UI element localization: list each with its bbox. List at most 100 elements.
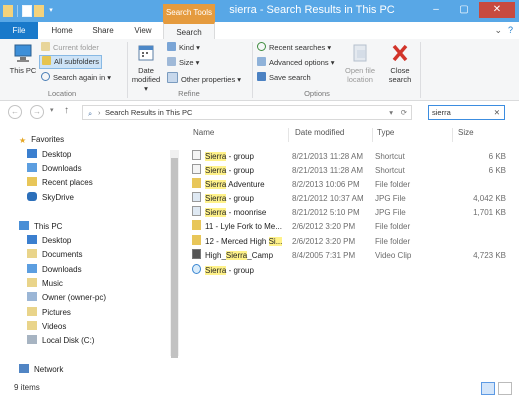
large-icons-view-icon[interactable] — [498, 382, 512, 395]
column-type[interactable]: Type — [377, 128, 394, 137]
file-location-icon — [350, 42, 370, 64]
nav-scrollbar-thumb[interactable] — [171, 158, 178, 358]
recent-searches-button[interactable]: Recent searches ▾ — [257, 42, 331, 54]
nav-network[interactable]: Network — [19, 363, 63, 377]
clear-search-icon[interactable]: ✕ — [494, 106, 500, 119]
column-divider[interactable] — [372, 128, 373, 142]
all-subfolders-button[interactable]: All subfolders — [39, 55, 103, 69]
address-dropdown-icon[interactable]: ▾ — [389, 106, 393, 119]
recent-searches-label: Recent searches — [269, 43, 326, 52]
nav-skydrive[interactable]: SkyDrive — [27, 191, 74, 205]
file-row[interactable]: Sierra - group — [192, 264, 510, 278]
kind-button[interactable]: Kind ▾ — [167, 42, 200, 54]
file-row[interactable]: 11 - Lyle Fork to Me... 2/6/2012 3:20 PM… — [192, 220, 510, 234]
file-size: 4,042 KB — [473, 194, 506, 203]
file-row[interactable]: High_Sierra_Camp 8/4/2005 7:31 PM Video … — [192, 249, 510, 263]
file-row[interactable]: 12 - Merced High Si... 2/6/2012 3:20 PM … — [192, 235, 510, 249]
advanced-options-icon — [257, 57, 266, 66]
refresh-icon[interactable]: ⟳ — [401, 106, 407, 119]
nav-recent-places[interactable]: Recent places — [27, 176, 93, 190]
file-name-text: - group — [226, 266, 254, 275]
back-icon[interactable]: ← — [8, 105, 22, 119]
maximize-icon[interactable]: ▢ — [451, 2, 477, 18]
other-properties-button[interactable]: Other properties ▾ — [167, 72, 241, 84]
nav-favorites-label: Favorites — [31, 135, 65, 144]
this-pc-button[interactable]: This PC — [8, 42, 38, 75]
search-again-label: Search again in — [53, 73, 106, 82]
nav-pc-downloads[interactable]: Downloads — [27, 263, 82, 277]
tab-home[interactable]: Home — [45, 22, 79, 39]
nav-pictures[interactable]: Pictures — [27, 306, 71, 320]
nav-documents-label: Documents — [42, 250, 83, 259]
column-name[interactable]: Name — [193, 128, 214, 137]
file-row[interactable]: Sierra Adventure 8/2/2013 10:06 PM File … — [192, 178, 510, 192]
chevron-down-icon: ▾ — [105, 73, 111, 82]
tab-share[interactable]: Share — [86, 22, 120, 39]
new-folder-icon[interactable] — [34, 5, 44, 17]
star-icon: ★ — [19, 136, 27, 145]
tab-file[interactable]: File — [0, 22, 38, 39]
image-file-icon — [192, 192, 201, 202]
nav-music[interactable]: Music — [27, 277, 63, 291]
forward-icon[interactable]: → — [30, 105, 44, 119]
file-row[interactable]: Sierra - group 8/21/2013 11:28 AM Shortc… — [192, 164, 510, 178]
desktop-icon — [27, 149, 37, 158]
date-modified-button[interactable]: Date modified ▾ — [130, 42, 162, 93]
advanced-options-button[interactable]: Advanced options ▾ — [257, 57, 335, 69]
nav-favorites[interactable]: ★ Favorites — [19, 133, 64, 147]
navigation-pane: ★ Favorites Desktop Downloads Recent plac… — [0, 125, 180, 380]
folder-icon — [41, 42, 50, 51]
file-name-text: Adventure — [226, 180, 265, 189]
minimize-icon[interactable]: – — [423, 2, 449, 18]
nav-local-disk[interactable]: Local Disk (C:) — [27, 334, 94, 348]
nav-downloads[interactable]: Downloads — [27, 162, 82, 176]
save-search-button[interactable]: Save search — [257, 72, 311, 84]
search-highlight: Sierra — [205, 194, 227, 203]
address-bar[interactable]: ⌕ › Search Results in This PC ▾ ⟳ — [82, 105, 412, 120]
qat-dropdown-icon[interactable]: ▾ — [46, 3, 56, 19]
search-highlight: Sierra — [205, 166, 227, 175]
search-again-button[interactable]: Search again in ▾ — [41, 72, 111, 84]
details-view-icon[interactable] — [481, 382, 495, 395]
nav-this-pc[interactable]: This PC — [19, 220, 62, 234]
file-name: 12 - Merced High Si... — [192, 235, 287, 249]
nav-pc-desktop[interactable]: Desktop — [27, 234, 71, 248]
file-row[interactable]: Sierra - group 8/21/2013 11:28 AM Shortc… — [192, 150, 510, 164]
status-bar: 9 items — [0, 380, 519, 400]
nav-desktop[interactable]: Desktop — [27, 148, 71, 162]
size-button[interactable]: Size ▾ — [167, 57, 199, 69]
nav-recent-places-label: Recent places — [42, 178, 93, 187]
file-row[interactable]: Sierra - group 8/21/2012 10:37 AM JPG Fi… — [192, 192, 510, 206]
file-name: 11 - Lyle Fork to Me... — [192, 220, 287, 234]
column-divider[interactable] — [452, 128, 453, 142]
nav-owner[interactable]: Owner (owner-pc) — [27, 291, 106, 305]
file-type: Shortcut — [375, 152, 405, 161]
column-size[interactable]: Size — [458, 128, 474, 137]
column-date-modified[interactable]: Date modified — [295, 128, 344, 137]
collapse-ribbon-icon[interactable]: ⌄ — [494, 25, 502, 36]
chevron-down-icon: ▾ — [193, 58, 200, 67]
tab-view[interactable]: View — [126, 22, 160, 39]
ribbon-tabs: File Home Share View Search — [0, 22, 519, 40]
kind-label: Kind — [179, 43, 195, 52]
properties-icon[interactable] — [22, 5, 32, 17]
search-input[interactable]: sierra ✕ — [428, 105, 505, 120]
file-name: Sierra - group — [192, 264, 287, 278]
recent-locations-icon[interactable]: ▾ — [50, 106, 54, 114]
image-file-icon — [192, 206, 201, 216]
nav-videos[interactable]: Videos — [27, 320, 66, 334]
file-size: 6 KB — [488, 166, 506, 175]
nav-this-pc-label: This PC — [34, 222, 63, 231]
close-search-button[interactable]: Close search — [384, 42, 416, 84]
app-folder-icon[interactable] — [3, 5, 13, 17]
search-highlight: Sierra — [225, 251, 248, 260]
help-icon[interactable]: ? — [508, 25, 513, 36]
nav-documents[interactable]: Documents — [27, 248, 82, 262]
up-icon[interactable]: ↑ — [64, 105, 69, 116]
file-type: File folder — [375, 237, 411, 246]
close-icon[interactable]: ✕ — [479, 2, 515, 18]
column-divider[interactable] — [288, 128, 289, 142]
calendar-icon — [136, 42, 156, 64]
file-row[interactable]: Sierra - moonrise 8/21/2012 5:10 PM JPG … — [192, 206, 510, 220]
tab-search[interactable]: Search — [163, 22, 215, 39]
